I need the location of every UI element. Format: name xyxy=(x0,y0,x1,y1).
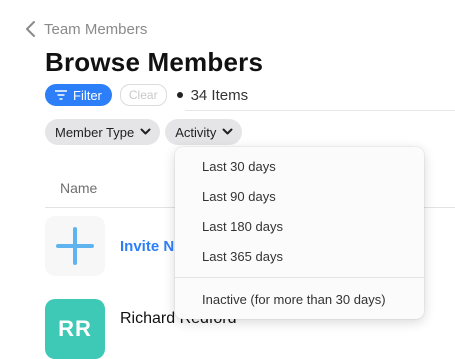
filter-button[interactable]: Filter xyxy=(45,84,112,106)
back-label: Team Members xyxy=(44,20,148,38)
chip-activity[interactable]: Activity xyxy=(165,119,243,145)
avatar: RR xyxy=(45,299,105,359)
filter-chips: Member Type Activity xyxy=(45,119,243,145)
filter-icon xyxy=(55,90,67,100)
menu-item-last-365-days[interactable]: Last 365 days xyxy=(202,249,283,264)
chevron-left-icon xyxy=(26,21,35,37)
clear-button[interactable]: Clear xyxy=(119,84,167,106)
menu-item-last-30-days[interactable]: Last 30 days xyxy=(202,159,276,174)
page-title: Browse Members xyxy=(45,47,264,77)
plus-icon xyxy=(56,227,94,265)
chip-label: Activity xyxy=(175,124,217,140)
chevron-down-icon xyxy=(140,128,151,135)
invite-member-button[interactable] xyxy=(45,216,105,276)
chip-label: Member Type xyxy=(55,124,135,140)
back-button[interactable]: Team Members xyxy=(24,20,147,38)
filter-button-label: Filter xyxy=(73,87,102,103)
filter-bar: Filter Clear 34 Items xyxy=(45,84,248,106)
separator-dot xyxy=(176,92,183,98)
chevron-down-icon xyxy=(222,128,233,135)
activity-dropdown-menu: Last 30 days Last 90 days Last 180 days … xyxy=(175,147,424,319)
invite-member-link[interactable]: Invite N xyxy=(120,238,174,255)
item-count: 34 Items xyxy=(190,86,249,104)
menu-divider xyxy=(175,277,424,278)
menu-item-last-90-days[interactable]: Last 90 days xyxy=(202,189,276,204)
menu-item-last-180-days[interactable]: Last 180 days xyxy=(202,219,283,234)
chip-member-type[interactable]: Member Type xyxy=(45,119,161,145)
divider xyxy=(185,110,455,111)
column-header-name[interactable]: Name xyxy=(60,180,97,196)
menu-item-inactive[interactable]: Inactive (for more than 30 days) xyxy=(202,292,386,307)
